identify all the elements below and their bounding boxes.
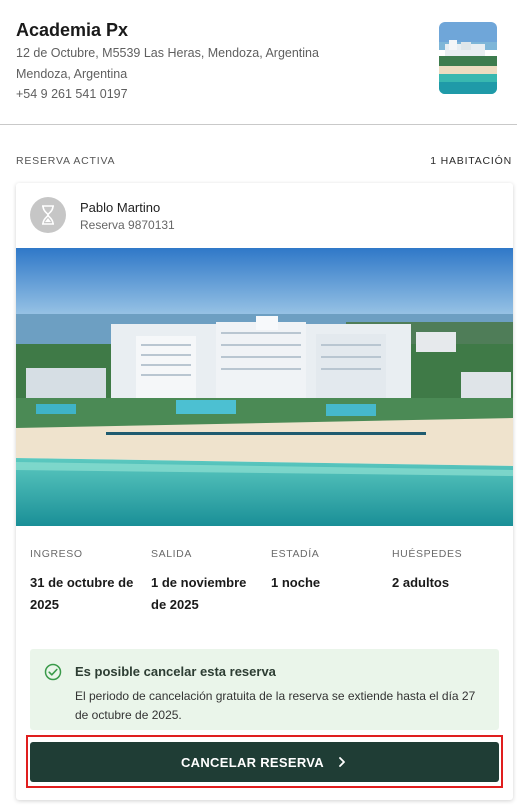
cancel-button-label: CANCELAR RESERVA: [180, 754, 324, 770]
room-count: 1 HABITACIÓN: [430, 155, 512, 167]
cancellation-notice: Es posible cancelar esta reserva El peri…: [30, 649, 499, 730]
active-reservation-label: RESERVA ACTIVA: [16, 155, 116, 167]
reservation-card: Pablo Martino Reserva 9870131 INGRESO 31…: [16, 183, 513, 800]
guest-name: Pablo Martino: [80, 200, 161, 215]
hourglass-icon: [30, 197, 66, 233]
hotel-photo: [16, 248, 513, 526]
header-divider: [0, 124, 517, 125]
checkin-value: 31 de octubre de 2025: [30, 575, 134, 612]
checkin-label: INGRESO: [30, 548, 83, 560]
hotel-name: Academia Px: [16, 20, 129, 40]
reservation-number: Reserva 9870131: [80, 218, 175, 232]
chevron-right-icon: [339, 757, 345, 767]
hotel-city: Mendoza, Argentina: [16, 67, 128, 81]
stay-value: 1 noche: [271, 575, 321, 590]
hotel-address: 12 de Octubre, M5539 Las Heras, Mendoza,…: [16, 46, 319, 60]
cancellation-body: El periodo de cancelación gratuita de la…: [75, 689, 476, 722]
checkout-label: SALIDA: [151, 548, 192, 560]
hotel-phone[interactable]: +54 9 261 541 0197: [16, 86, 128, 102]
hotel-header: Academia Px 12 de Octubre, M5539 Las Her…: [0, 0, 517, 124]
check-circle-icon: [44, 663, 62, 681]
cancel-reservation-button[interactable]: CANCELAR RESERVA: [30, 742, 499, 782]
stay-details: INGRESO 31 de octubre de 2025 SALIDA 1 d…: [16, 526, 513, 646]
guests-label: HUÉSPEDES: [392, 548, 463, 560]
hotel-thumbnail[interactable]: [439, 22, 497, 94]
guests-value: 2 adultos: [392, 575, 450, 590]
stay-label: ESTADÍA: [271, 548, 320, 560]
cancellation-title: Es posible cancelar esta reserva: [75, 664, 276, 679]
checkout-value: 1 de noviembre de 2025: [151, 575, 247, 612]
